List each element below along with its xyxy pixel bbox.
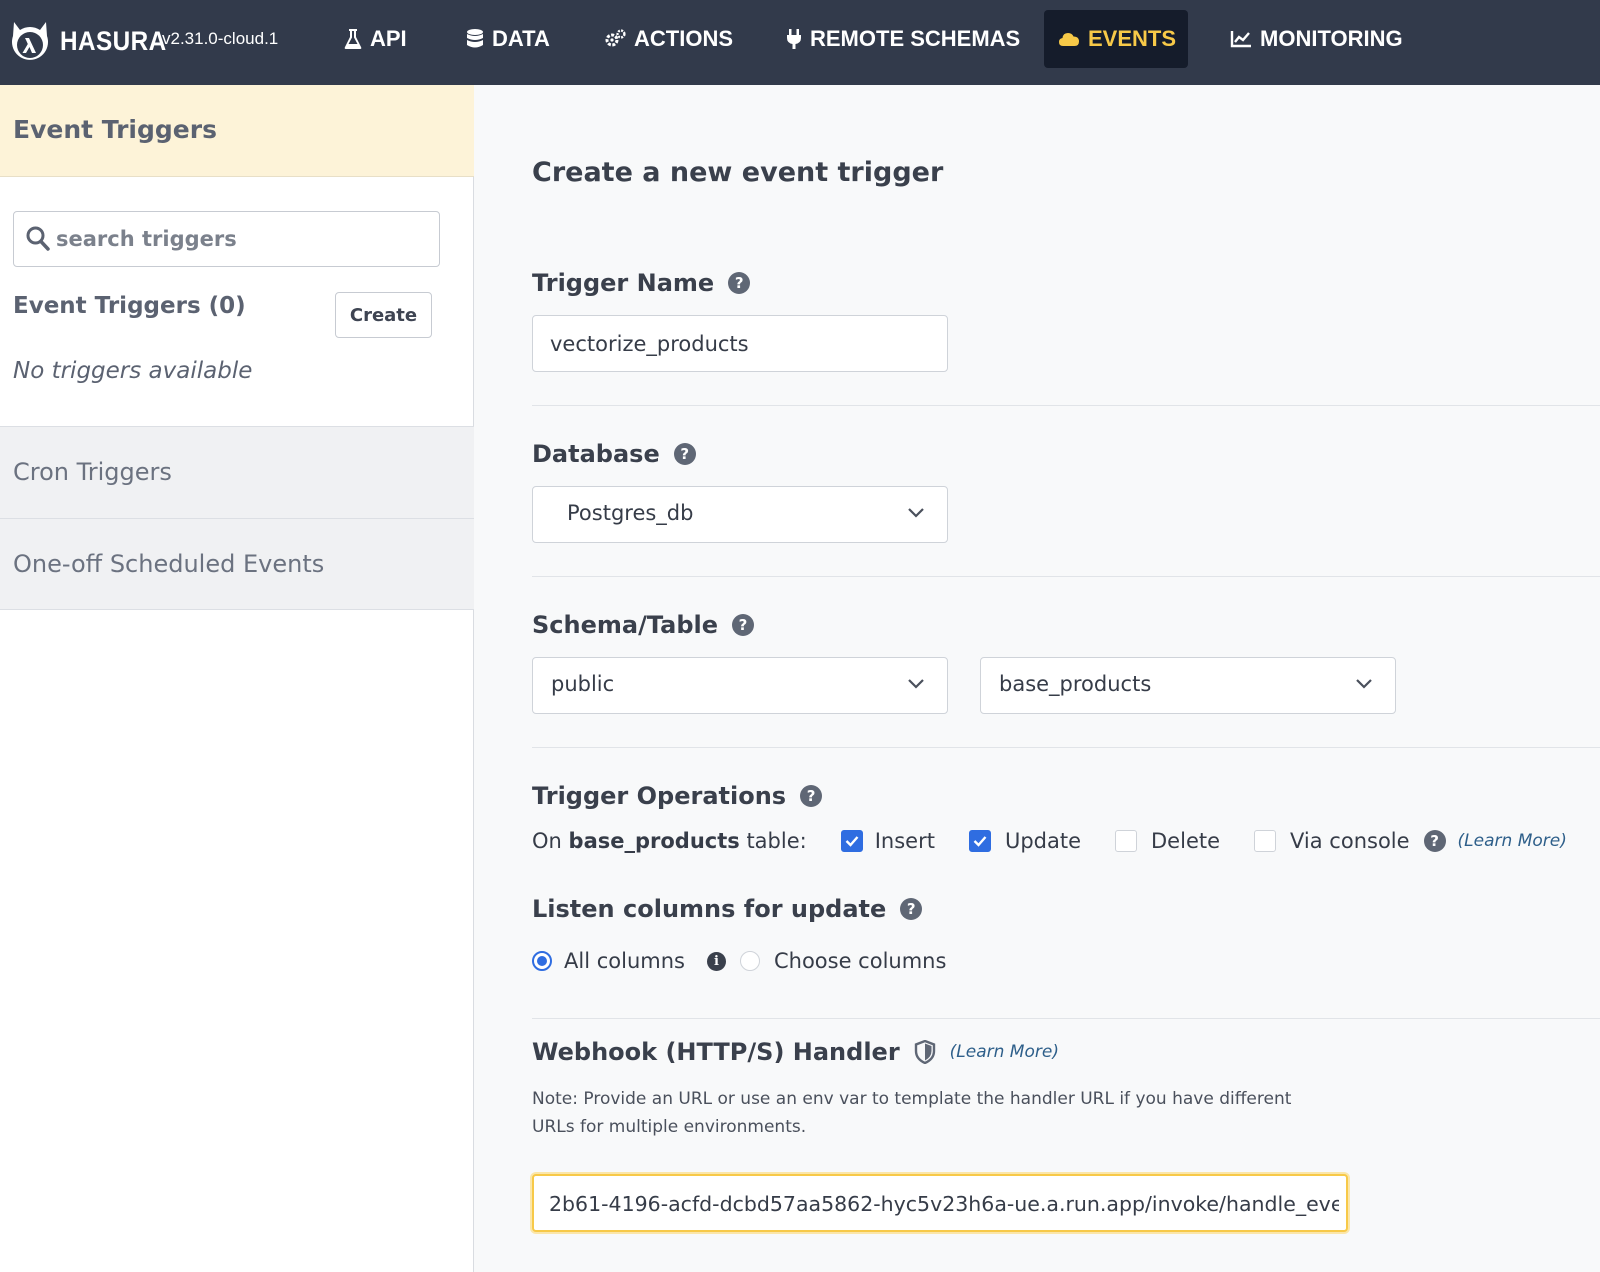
schema-select[interactable]: public [532,657,948,714]
search-input[interactable] [56,222,426,256]
trigger-operations-label: Trigger Operations ? [532,782,823,810]
nav-data[interactable]: DATA [452,10,564,68]
page-title: Create a new event trigger [532,157,944,188]
chart-line-icon [1230,31,1251,48]
shield-icon [914,1040,935,1064]
listen-columns-label: Listen columns for update ? [532,895,923,923]
plug-icon [787,29,801,49]
help-icon[interactable]: ? [728,272,751,294]
webhook-note: Note: Provide an URL or use an env var t… [532,1089,1292,1137]
help-icon[interactable]: ? [1423,830,1446,852]
version-label: v2.31.0-cloud.1 [162,29,279,48]
choose-columns-radio[interactable] [739,951,760,971]
help-icon[interactable]: ? [800,785,823,807]
help-icon[interactable]: ? [900,898,923,920]
brand-name: HASURA [60,26,167,56]
database-icon [467,29,483,48]
sidebar-item-one-off-scheduled-events[interactable]: One-off Scheduled Events [0,518,474,610]
sidebar-header-label: Event Triggers [13,115,217,144]
nav-monitoring[interactable]: MONITORING [1216,10,1417,68]
webhook-label: Webhook (HTTP/S) Handler (Learn More) [532,1038,1059,1066]
listen-columns-row: All columns i Choose columns [532,949,946,973]
choose-columns-label: Choose columns [773,949,947,973]
section-divider [532,747,1600,748]
help-icon[interactable]: ? [673,443,696,465]
chevron-down-icon [1356,679,1372,689]
hasura-logo-icon[interactable] [6,16,54,64]
empty-state-text: No triggers available [13,358,253,384]
trigger-operations-row: On base_products table: Insert Update De… [532,829,1567,853]
nav-remote-schemas[interactable]: REMOTE SCHEMAS [772,10,1034,68]
top-navbar: HASURA v2.31.0-cloud.1 API DATA ACTIONS … [0,0,1600,85]
search-icon [26,226,50,251]
trigger-name-input[interactable] [550,328,920,360]
insert-label: Insert [874,829,935,853]
nav-api[interactable]: API [330,10,421,68]
main-content: Create a new event trigger Trigger Name … [475,85,1600,1272]
section-divider [532,405,1600,406]
section-divider [532,1018,1600,1019]
operations-prefix: On [532,829,562,853]
all-columns-radio[interactable] [532,951,552,971]
webhook-field-wrapper [532,1174,1348,1232]
insert-checkbox[interactable] [840,830,863,852]
table-select[interactable]: base_products [980,657,1396,714]
learn-more-link[interactable]: (Learn More) [950,1042,1059,1062]
via-console-label: Via console [1290,829,1410,853]
create-button[interactable]: Create [335,292,432,338]
database-label: Database ? [532,440,696,468]
event-triggers-count: Event Triggers (0) [13,293,246,319]
via-console-checkbox[interactable] [1254,830,1277,852]
operations-suffix: table: [746,829,807,853]
schema-table-label: Schema/Table ? [532,611,754,639]
help-icon[interactable]: ? [732,614,754,636]
info-icon[interactable]: i [706,951,726,971]
flask-icon [344,29,362,49]
chevron-down-icon [908,508,924,518]
nav-actions[interactable]: ACTIONS [590,10,747,68]
database-select[interactable]: Postgres_db [532,486,948,543]
nav-events[interactable]: EVENTS [1044,10,1188,68]
sidebar-item-event-triggers[interactable]: Event Triggers [0,85,474,177]
search-box [13,211,440,267]
sidebar: Event Triggers Event Triggers (0) Create… [0,85,474,1272]
cloud-icon [1059,33,1079,46]
update-checkbox[interactable] [968,830,991,852]
chevron-down-icon [908,679,924,689]
sidebar-item-cron-triggers[interactable]: Cron Triggers [0,426,474,518]
learn-more-link[interactable]: (Learn More) [1458,831,1567,851]
section-divider [532,576,1600,577]
update-label: Update [1004,829,1082,853]
trigger-name-label: Trigger Name ? [532,269,751,297]
trigger-name-field-wrapper [532,315,948,372]
operations-table-name: base_products [568,829,740,853]
delete-label: Delete [1151,829,1221,853]
all-columns-label: All columns [564,949,685,973]
gears-icon [605,29,626,47]
webhook-url-input[interactable] [549,1188,1339,1220]
delete-checkbox[interactable] [1115,830,1138,852]
